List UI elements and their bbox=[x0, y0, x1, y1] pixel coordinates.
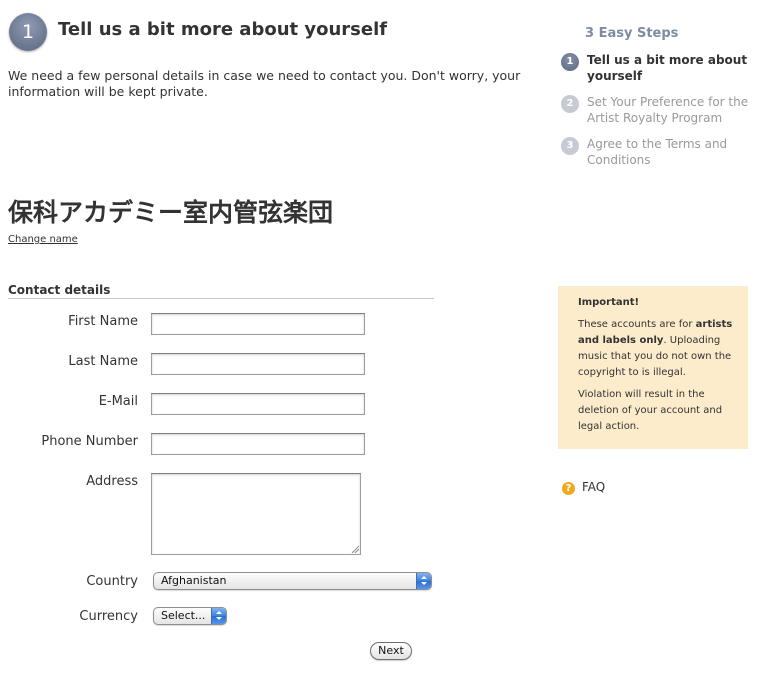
currency-selected-value: Select... bbox=[161, 609, 206, 622]
intro-text: We need a few personal details in case w… bbox=[8, 68, 521, 99]
faq-label[interactable]: FAQ bbox=[582, 480, 605, 494]
first-name-label: First Name bbox=[68, 314, 138, 329]
step-2-label: Set Your Preference for the Artist Royal… bbox=[587, 95, 749, 125]
important-notice: Important! These accounts are for artist… bbox=[558, 286, 748, 449]
phone-number-label: Phone Number bbox=[41, 434, 138, 449]
step-3-number-badge: 3 bbox=[561, 137, 579, 155]
step-1-label: Tell us a bit more about yourself bbox=[587, 53, 748, 83]
step-1-number-badge: 1 bbox=[561, 53, 579, 71]
contact-details-heading: Contact details bbox=[8, 283, 434, 299]
last-name-label: Last Name bbox=[68, 354, 138, 369]
notice-paragraph-1: These accounts are for artists and label… bbox=[578, 317, 734, 381]
page-title: Tell us a bit more about yourself bbox=[58, 19, 388, 40]
change-name-link[interactable]: Change name bbox=[8, 234, 78, 245]
email-input[interactable] bbox=[151, 393, 365, 415]
step-number-badge: 1 bbox=[9, 13, 47, 51]
phone-number-input[interactable] bbox=[151, 433, 365, 455]
currency-select-arrows-icon[interactable] bbox=[211, 608, 226, 624]
step-3-label: Agree to the Terms and Conditions bbox=[587, 137, 728, 167]
steps-heading: 3 Easy Steps bbox=[585, 26, 679, 41]
last-name-input[interactable] bbox=[151, 353, 365, 375]
step-2-number-badge: 2 bbox=[561, 95, 579, 113]
currency-label: Currency bbox=[79, 609, 138, 624]
first-name-input[interactable] bbox=[151, 313, 365, 335]
address-label: Address bbox=[86, 474, 138, 489]
email-label: E-Mail bbox=[98, 394, 138, 409]
artist-name: 保科アカデミー室内管弦楽団 bbox=[8, 198, 334, 227]
notice-paragraph-2: Violation will result in the deletion of… bbox=[578, 389, 723, 432]
country-selected-value: Afghanistan bbox=[161, 574, 227, 587]
country-select-arrows-icon[interactable] bbox=[416, 573, 431, 589]
country-label: Country bbox=[86, 574, 138, 589]
address-textarea[interactable] bbox=[151, 473, 361, 555]
next-button[interactable]: Next bbox=[370, 642, 412, 660]
question-icon: ? bbox=[562, 482, 575, 495]
notice-title: Important! bbox=[578, 297, 640, 308]
notice-text-before: These accounts are for bbox=[578, 319, 696, 330]
country-select[interactable]: Afghanistan bbox=[153, 572, 432, 590]
currency-select[interactable]: Select... bbox=[153, 607, 227, 625]
